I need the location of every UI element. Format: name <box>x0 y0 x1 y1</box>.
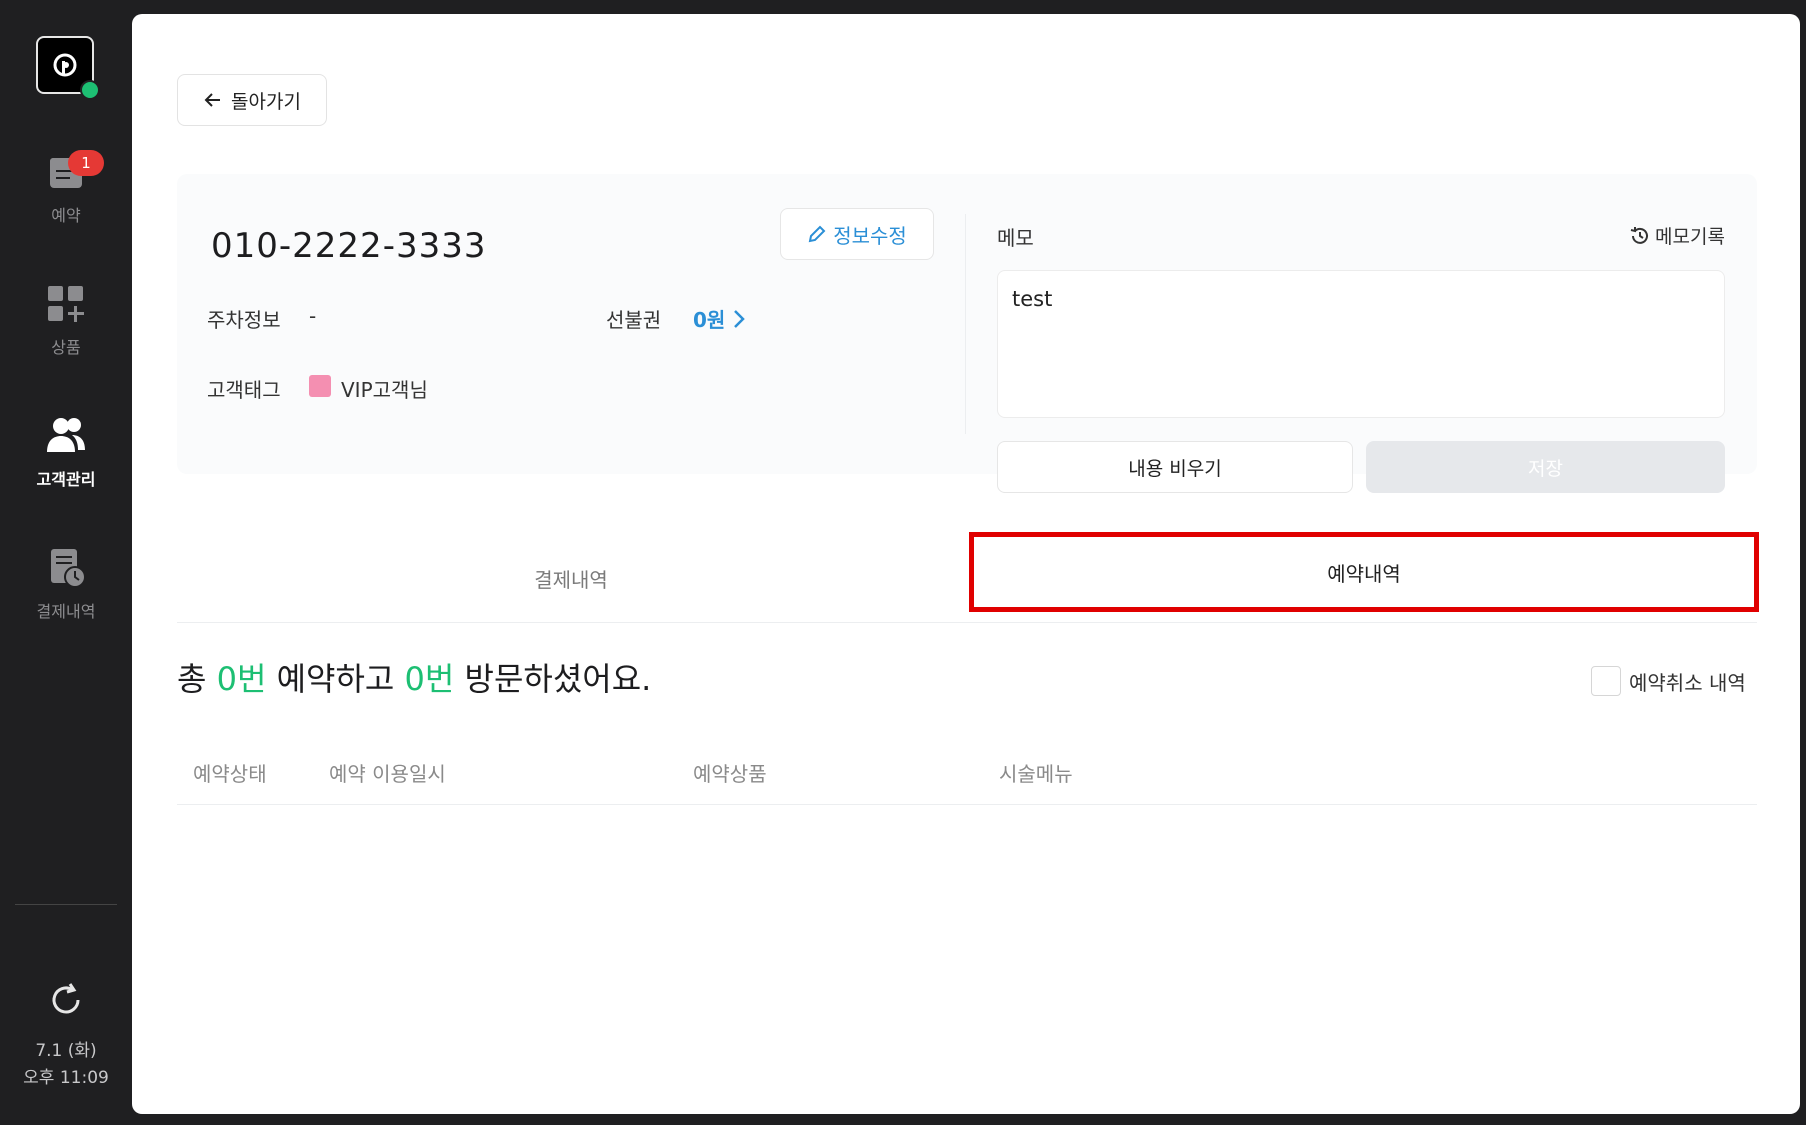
visit-count: 0번 <box>404 660 455 698</box>
memo-label: 메모 <box>997 226 1034 250</box>
card-divider <box>965 214 966 434</box>
memo-history-button[interactable]: 메모기록 <box>1629 222 1725 249</box>
column-treatment: 시술메뉴 <box>999 762 1073 786</box>
clear-memo-button[interactable]: 내용 비우기 <box>997 441 1353 493</box>
sidebar-divider <box>15 904 117 905</box>
column-product: 예약상품 <box>693 762 767 786</box>
customer-tag-value: VIP고객님 <box>341 378 428 402</box>
receipt-clock-icon <box>44 546 88 590</box>
users-icon <box>44 414 88 458</box>
prepaid-link[interactable]: 0원 <box>693 304 746 333</box>
customer-tag-label: 고객태그 <box>207 378 281 402</box>
sidebar-item-payments[interactable]: 결제내역 <box>0 546 132 622</box>
cancelled-checkbox[interactable] <box>1591 666 1621 696</box>
memo-history-label: 메모기록 <box>1655 226 1725 248</box>
column-status: 예약상태 <box>193 762 267 786</box>
save-memo-button[interactable]: 저장 <box>1366 441 1725 493</box>
cancelled-label: 예약취소 내역 <box>1629 670 1746 695</box>
notification-badge: 1 <box>68 150 104 176</box>
edit-info-label: 정보수정 <box>833 223 907 248</box>
summary-prefix: 총 <box>177 660 217 698</box>
pencil-icon <box>808 225 826 243</box>
main-panel: 돌아가기 010-2222-3333 정보수정 주차정보 - 선불권 0원 고객… <box>132 14 1800 1114</box>
parking-label: 주차정보 <box>207 308 281 332</box>
edit-info-button[interactable]: 정보수정 <box>780 208 934 260</box>
sidebar-item-label: 결제내역 <box>36 602 96 621</box>
sidebar-item-products[interactable]: 상품 <box>0 282 132 358</box>
customer-phone: 010-2222-3333 <box>211 226 487 266</box>
table-header: 예약상태 예약 이용일시 예약상품 시술메뉴 <box>177 744 1757 805</box>
prepaid-label: 선불권 <box>606 308 662 332</box>
sidebar-item-label: 상품 <box>51 338 81 357</box>
tab-payments[interactable]: 결제내역 <box>177 534 965 622</box>
reservation-summary: 총 0번 예약하고 0번 방문하셨어요. <box>177 654 651 700</box>
app-logo[interactable] <box>36 36 100 100</box>
arrow-left-icon <box>204 93 221 107</box>
current-datetime: 7.1 (화) 오후 11:09 <box>0 1038 132 1092</box>
cancelled-filter[interactable]: 예약취소 내역 <box>1591 666 1746 696</box>
refresh-icon[interactable] <box>46 980 86 1020</box>
sidebar-item-reservation[interactable]: 예약 <box>0 150 132 226</box>
tag-color-swatch <box>309 375 331 397</box>
tab-reservations[interactable]: 예약내역 <box>969 532 1759 612</box>
sidebar-item-label: 고객관리 <box>36 470 96 489</box>
current-time: 오후 11:09 <box>23 1068 109 1088</box>
prepaid-value: 0원 <box>693 308 726 332</box>
sidebar-item-customers[interactable]: 고객관리 <box>0 414 132 490</box>
logo-icon <box>53 53 77 77</box>
tab-bar: 결제내역 예약내역 <box>177 532 1759 623</box>
online-status-dot <box>80 80 100 100</box>
reservation-count: 0번 <box>216 660 267 698</box>
back-button[interactable]: 돌아가기 <box>177 74 327 126</box>
customer-info-card: 010-2222-3333 정보수정 주차정보 - 선불권 0원 고객태그 VI… <box>177 174 1757 493</box>
parking-value: - <box>309 304 317 328</box>
back-label: 돌아가기 <box>231 90 301 113</box>
sidebar: 예약 1 상품 고객관리 결제내역 7.1 (화) 오후 11:09 <box>0 0 132 1125</box>
grid-plus-icon <box>44 282 88 326</box>
summary-middle: 예약하고 <box>266 660 405 698</box>
summary-suffix: 방문하셨어요. <box>454 660 652 698</box>
sidebar-item-label: 예약 <box>51 206 81 225</box>
history-icon <box>1630 226 1648 244</box>
chevron-right-icon <box>734 309 746 328</box>
column-datetime: 예약 이용일시 <box>329 762 446 786</box>
current-date: 7.1 (화) <box>35 1041 97 1061</box>
memo-textarea[interactable]: test <box>997 270 1725 418</box>
